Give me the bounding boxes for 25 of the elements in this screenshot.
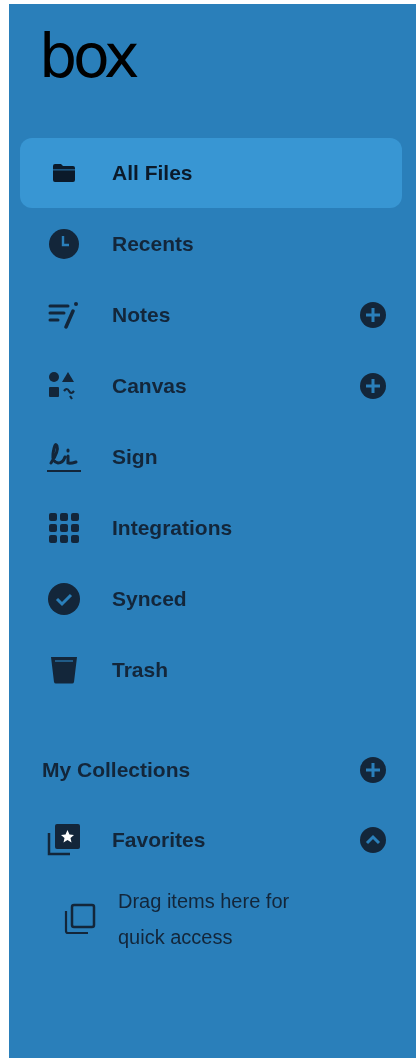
nav-item[interactable]: Sign — [20, 422, 402, 492]
collapse-icon[interactable] — [360, 827, 386, 853]
copy-icon — [64, 903, 96, 935]
nav-item[interactable]: Integrations — [20, 493, 402, 563]
notes-icon — [48, 301, 80, 329]
nav-item[interactable]: Notes — [20, 280, 402, 350]
clock-icon — [49, 229, 79, 259]
grid-icon — [48, 512, 80, 544]
signature-icon — [46, 441, 82, 473]
box-logo: box — [39, 26, 137, 93]
trash-icon — [50, 656, 78, 684]
nav-item[interactable]: All Files — [20, 138, 402, 208]
section-title: My Collections — [42, 758, 192, 782]
nav-item[interactable]: Canvas — [20, 351, 402, 421]
folder-icon — [52, 163, 76, 183]
add-icon[interactable] — [360, 757, 386, 783]
add-icon[interactable] — [360, 302, 386, 328]
empty-hint: Drag items here for quick access — [118, 889, 291, 950]
nav-item[interactable]: Trash — [20, 635, 402, 705]
collection-item[interactable]: Favorites — [20, 805, 402, 875]
nav-item[interactable]: Synced — [20, 564, 402, 634]
nav-item[interactable]: Recents — [20, 209, 402, 279]
check-circle-icon — [48, 583, 80, 615]
add-icon[interactable] — [360, 373, 386, 399]
star-collection-icon — [47, 823, 81, 857]
